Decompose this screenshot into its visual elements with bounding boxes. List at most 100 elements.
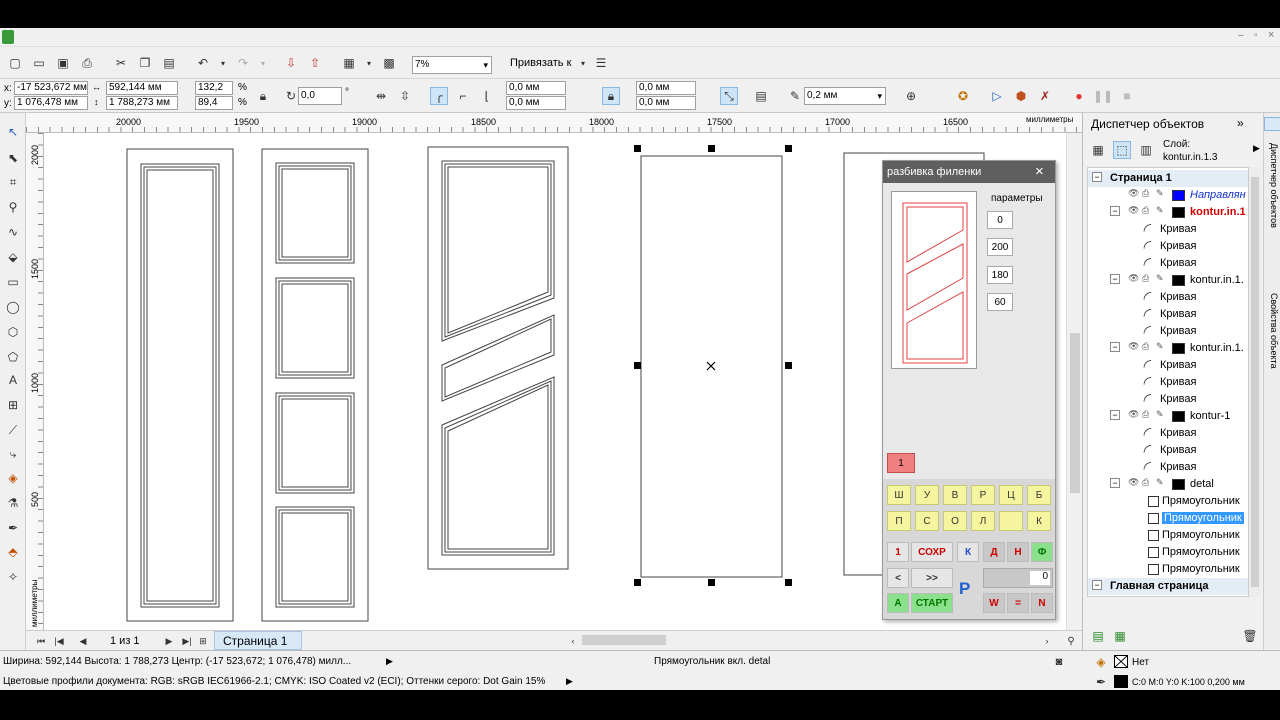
edit-across-layers-icon[interactable]: ⬚ [1113, 141, 1131, 159]
shape-tool-icon[interactable]: ⬉ [4, 149, 22, 167]
corner-radius-top-left[interactable]: 0,0 мм [506, 81, 566, 95]
interactive-fill-icon[interactable]: ◈ [4, 469, 22, 487]
preset-1-button[interactable]: 1 [887, 453, 915, 473]
layer-color-swatch[interactable] [1172, 207, 1185, 218]
tree-row[interactable]: ⌒ Кривая [1088, 306, 1248, 324]
smart-fill-icon[interactable]: ⬙ [4, 248, 22, 266]
tree-row[interactable]: ⌒ Кривая [1088, 289, 1248, 307]
next-button[interactable]: >> [911, 568, 953, 588]
print-icon[interactable]: ⎙ [78, 54, 96, 72]
letter-button[interactable]: Ц [999, 485, 1023, 505]
eye-icon[interactable]: 👁︎ [1128, 205, 1139, 216]
color-proof-icon[interactable]: ◙ [1050, 653, 1068, 671]
layer-color-swatch[interactable] [1172, 190, 1185, 201]
d-button[interactable]: Д [983, 542, 1005, 562]
x-position-field[interactable]: -17 523,672 мм [14, 81, 88, 95]
scale-height-field[interactable]: 89,4 [195, 96, 233, 110]
layer-view-icon[interactable]: ▥ [1137, 141, 1155, 159]
rotation-angle-field[interactable]: 0,0 [298, 87, 342, 105]
fill-indicator-icon[interactable]: ◈ [1092, 653, 1110, 671]
layer-color-swatch[interactable] [1172, 275, 1185, 286]
n-button[interactable]: Н [1007, 542, 1029, 562]
f-button[interactable]: Ф [1031, 542, 1053, 562]
param-field-3[interactable]: 180 [987, 266, 1013, 284]
first-page-arrow-icon[interactable]: |◀ [50, 632, 68, 650]
macro-manager-icon[interactable]: ⬢ [1012, 87, 1030, 105]
show-properties-icon[interactable]: ▦ [1089, 141, 1107, 159]
eye-icon[interactable]: 👁︎ [1128, 188, 1139, 199]
letter-button[interactable]: О [943, 511, 967, 531]
tree-row[interactable]: ⌒ Кривая [1088, 238, 1248, 256]
status-profiles-more-icon[interactable]: ▶ [566, 676, 573, 687]
param-field-2[interactable]: 200 [987, 238, 1013, 256]
full-screen-icon[interactable]: ▩ [380, 54, 398, 72]
edit-layer-icon[interactable]: ✎ [1156, 188, 1164, 199]
smart-drawing-icon[interactable]: ✧ [4, 568, 22, 586]
edit-layer-icon[interactable]: ✎ [1156, 205, 1164, 216]
zoom-navigator-icon[interactable]: ⚲ [1062, 632, 1080, 650]
launcher-icon[interactable]: ▦ [340, 54, 358, 72]
redo-dropdown-icon[interactable]: ▾ [254, 54, 272, 72]
print-layer-icon[interactable]: ⎙ [1142, 205, 1149, 216]
selection-handle[interactable] [785, 145, 792, 152]
tree-row[interactable]: Прямоугольник [1088, 510, 1248, 527]
tree-row[interactable]: ⌒ Кривая [1088, 357, 1248, 375]
width-field[interactable]: 592,144 мм [106, 81, 178, 95]
relative-corner-icon[interactable]: ⤡ [720, 87, 738, 105]
mirror-vertical-icon[interactable]: ⇳ [396, 87, 414, 105]
tree-row[interactable]: Прямоугольник [1088, 544, 1248, 561]
tree-row[interactable]: ⌒ Кривая [1088, 374, 1248, 392]
print-layer-icon[interactable]: ⎙ [1142, 409, 1149, 420]
polygon-tool-icon[interactable]: ⬡ [4, 323, 22, 341]
letter-button[interactable] [999, 511, 1023, 531]
tree-row[interactable]: ⌒ Кривая [1088, 221, 1248, 239]
selection-handle[interactable] [708, 145, 715, 152]
wrap-text-icon[interactable]: ▤ [752, 87, 770, 105]
collapse-icon[interactable]: − [1110, 342, 1120, 352]
close-icon[interactable]: × [1035, 163, 1044, 180]
start-button[interactable]: СТАРТ [911, 593, 953, 613]
scroll-right-icon[interactable]: › [1038, 632, 1056, 650]
letter-button[interactable]: В [943, 485, 967, 505]
print-layer-icon[interactable]: ⎙ [1142, 341, 1149, 352]
tree-row[interactable]: Прямоугольник [1088, 527, 1248, 544]
collapse-icon[interactable]: − [1092, 580, 1102, 590]
text-tool-icon[interactable]: A [4, 371, 22, 389]
prev-page-icon[interactable]: ◀ [74, 632, 92, 650]
launcher-dropdown-icon[interactable]: ▾ [360, 54, 378, 72]
stop-macro-icon[interactable]: ■ [1118, 87, 1136, 105]
horizontal-scrollbar-thumb[interactable] [582, 635, 666, 645]
tree-scrollbar[interactable] [1249, 167, 1261, 597]
close-icon[interactable]: × [1268, 29, 1274, 41]
tree-row[interactable]: Прямоугольник [1088, 561, 1248, 578]
lock-corners-icon[interactable]: 🔒︎ [602, 87, 620, 105]
pick-tool-icon[interactable]: ↖ [4, 123, 22, 141]
collapse-icon[interactable]: − [1092, 172, 1102, 182]
eye-icon[interactable]: 👁︎ [1128, 477, 1139, 488]
tree-row[interactable]: ⌒ Кривая [1088, 442, 1248, 460]
edit-layer-icon[interactable]: ✎ [1156, 273, 1164, 284]
restore-icon[interactable]: ▫ [1254, 30, 1258, 41]
collapse-icon[interactable]: − [1110, 478, 1120, 488]
save-button[interactable]: СОХР [911, 542, 953, 562]
import-icon[interactable]: ⇩ [282, 54, 300, 72]
height-field[interactable]: 1 788,273 мм [106, 96, 178, 110]
print-layer-icon[interactable]: ⎙ [1142, 188, 1149, 199]
tree-row[interactable]: ⌒ Кривая [1088, 255, 1248, 273]
letter-button[interactable]: К [1027, 511, 1051, 531]
mirror-horizontal-icon[interactable]: ⇹ [372, 87, 390, 105]
edit-layer-icon[interactable]: ✎ [1156, 477, 1164, 488]
record-macro-icon[interactable]: ● [1070, 87, 1088, 105]
eyedropper-icon[interactable]: ⚗ [4, 494, 22, 512]
collapse-icon[interactable]: − [1110, 410, 1120, 420]
undo-dropdown-icon[interactable]: ▾ [214, 54, 232, 72]
cut-icon[interactable]: ✂ [112, 54, 130, 72]
new-document-icon[interactable]: ▢ [6, 54, 24, 72]
outline-pen-icon[interactable]: ✎ [786, 87, 804, 105]
basic-shapes-icon[interactable]: ⬠ [4, 348, 22, 366]
docker-tab-object-manager[interactable]: Диспетчер объектов [1269, 143, 1279, 228]
delete-icon[interactable]: 🗑︎ [1241, 627, 1259, 645]
new-master-layer-icon[interactable]: ▦ [1111, 627, 1129, 645]
tree-row[interactable]: − 👁︎ ⎙ ✎ detal [1088, 476, 1248, 493]
edit-layer-icon[interactable]: ✎ [1156, 596, 1164, 597]
